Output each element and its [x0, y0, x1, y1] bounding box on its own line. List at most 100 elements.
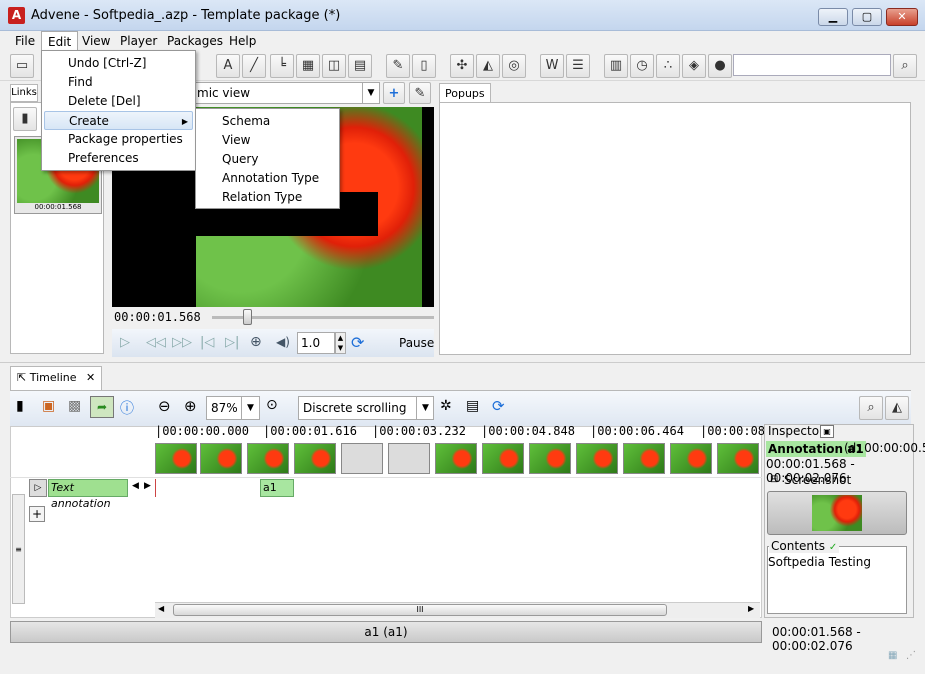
- timeline-thumbnail[interactable]: [155, 443, 197, 474]
- scrollbar-thumb[interactable]: III: [173, 604, 667, 616]
- scroll-left-icon[interactable]: ◀: [158, 604, 164, 613]
- collapse-icon[interactable]: ⊟: [770, 474, 778, 485]
- snapshot-icon[interactable]: ▣: [42, 398, 55, 414]
- note-icon[interactable]: ✎: [386, 54, 410, 78]
- timeline-thumbnail[interactable]: [294, 443, 336, 474]
- chevron-down-icon[interactable]: ▼: [416, 397, 434, 419]
- menu-annotation-type[interactable]: Annotation Type: [198, 169, 337, 188]
- menu-file[interactable]: File: [9, 31, 41, 51]
- annotation-a1[interactable]: a1: [260, 479, 294, 497]
- vertical-scrollbar[interactable]: ≡: [12, 494, 25, 604]
- open-folder-icon[interactable]: ▭: [10, 54, 34, 78]
- add-view-icon[interactable]: +: [383, 82, 405, 104]
- sync-icon[interactable]: ⟳: [351, 333, 364, 352]
- tab-links[interactable]: Links: [10, 84, 38, 102]
- clock-icon[interactable]: ◷: [630, 54, 654, 78]
- glasses-icon[interactable]: ◎: [502, 54, 526, 78]
- tree-icon[interactable]: ✣: [450, 54, 474, 78]
- text-icon[interactable]: A: [216, 54, 240, 78]
- footprint-icon[interactable]: ∴: [656, 54, 680, 78]
- timeline-thumbnail[interactable]: [435, 443, 477, 474]
- resize-grip-icon[interactable]: ⋰: [906, 650, 916, 661]
- tab-timeline[interactable]: ⇱ Timeline ✕: [10, 366, 103, 390]
- menu-query[interactable]: Query: [198, 150, 337, 169]
- table-icon[interactable]: ▥: [604, 54, 628, 78]
- chevron-down-icon[interactable]: ▼: [362, 83, 379, 103]
- timeline-thumbnail[interactable]: [670, 443, 712, 474]
- skip-back-icon[interactable]: |◁: [200, 335, 214, 350]
- trash-icon[interactable]: ▮: [16, 398, 24, 414]
- grid-view-icon[interactable]: ▦: [888, 650, 897, 661]
- tag-icon[interactable]: ◈: [682, 54, 706, 78]
- track-prev-icon[interactable]: ◀: [132, 481, 139, 491]
- timeline-thumbnail[interactable]: [576, 443, 618, 474]
- menu-create[interactable]: Create ▶: [44, 111, 193, 130]
- close-tab-icon[interactable]: ✕: [86, 371, 95, 384]
- zoom-fit-icon[interactable]: ⊙: [266, 397, 278, 413]
- menu-view[interactable]: View: [76, 31, 116, 51]
- play-icon[interactable]: ▷: [120, 335, 130, 350]
- scroll-right-icon[interactable]: ▶: [748, 604, 754, 613]
- rate-spinner-arrows[interactable]: ▲ ▼: [335, 332, 346, 354]
- volume-icon[interactable]: ◀): [276, 335, 290, 349]
- fullscreen-icon[interactable]: ⊕: [250, 334, 262, 350]
- record-icon[interactable]: ●: [708, 54, 732, 78]
- pen-icon[interactable]: ╱: [242, 54, 266, 78]
- contents-editor[interactable]: Softpedia Testing: [768, 555, 906, 611]
- search-icon[interactable]: ⌕: [893, 54, 917, 78]
- goto-icon[interactable]: ➦: [90, 396, 114, 418]
- screenshot-button[interactable]: [767, 491, 907, 535]
- forward-icon[interactable]: ▷▷: [172, 335, 192, 350]
- menu-find[interactable]: Find: [44, 73, 193, 92]
- timeline-thumbnail[interactable]: [341, 443, 383, 474]
- menu-player[interactable]: Player: [114, 31, 163, 51]
- timeline-thumbnail[interactable]: [200, 443, 242, 474]
- edit-view-icon[interactable]: ✎: [409, 82, 431, 104]
- menu-package-properties[interactable]: Package properties: [44, 130, 193, 149]
- skip-forward-icon[interactable]: ▷|: [225, 335, 239, 350]
- grid-icon[interactable]: ▩: [68, 398, 81, 414]
- chevron-down-icon[interactable]: ▼: [241, 397, 259, 419]
- track-label[interactable]: Text annotation: [48, 479, 128, 510]
- close-button[interactable]: ✕: [886, 8, 918, 26]
- book-icon[interactable]: ▯: [412, 54, 436, 78]
- minimize-button[interactable]: ▁: [818, 8, 848, 26]
- list-icon[interactable]: ☰: [566, 54, 590, 78]
- timeline-thumbnail[interactable]: [482, 443, 524, 474]
- document-icon[interactable]: ▤: [466, 398, 479, 414]
- menu-relation-type[interactable]: Relation Type: [198, 188, 337, 207]
- detach-icon[interactable]: ⇱: [17, 371, 26, 384]
- rewind-icon[interactable]: ◁◁: [146, 335, 166, 350]
- settings-icon[interactable]: ✲: [440, 398, 452, 414]
- lock-icon[interactable]: ▣: [820, 425, 834, 438]
- track-menu-icon[interactable]: ▷: [29, 479, 47, 497]
- rate-spinner[interactable]: 1.0: [297, 332, 335, 354]
- menu-packages[interactable]: Packages: [161, 31, 229, 51]
- window-icon[interactable]: ▦: [296, 54, 320, 78]
- add-track-button[interactable]: +: [29, 506, 45, 522]
- browser-icon[interactable]: ▤: [348, 54, 372, 78]
- track-next-icon[interactable]: ▶: [144, 481, 151, 491]
- position-slider-handle[interactable]: [243, 309, 252, 325]
- inspector-search-icon[interactable]: ⌕: [859, 396, 883, 420]
- menu-undo[interactable]: Undo [Ctrl-Z]: [44, 54, 193, 73]
- menu-preferences[interactable]: Preferences: [44, 149, 193, 168]
- refresh-icon[interactable]: ⟳: [492, 397, 505, 415]
- zoom-in-icon[interactable]: ⊕: [184, 397, 197, 415]
- split-icon[interactable]: ◫: [322, 54, 346, 78]
- info-icon[interactable]: ⓘ: [120, 398, 134, 418]
- menu-edit[interactable]: Edit: [41, 31, 79, 51]
- timeline-thumbnail[interactable]: [388, 443, 430, 474]
- scroll-mode-combo[interactable]: Discrete scrolling: [298, 396, 434, 420]
- trash-icon[interactable]: ▮: [13, 107, 37, 131]
- timeline-thumbnail[interactable]: [247, 443, 289, 474]
- menu-schema[interactable]: Schema: [198, 112, 337, 131]
- search-input[interactable]: [733, 54, 891, 76]
- menu-view-item[interactable]: View: [198, 131, 337, 150]
- timeline-thumbnail[interactable]: [623, 443, 665, 474]
- zoom-out-icon[interactable]: ⊖: [158, 397, 171, 415]
- menu-delete[interactable]: Delete [Del]: [44, 92, 193, 111]
- compare-icon[interactable]: ◭: [885, 396, 909, 420]
- timeline-thumbnail[interactable]: [717, 443, 759, 474]
- menu-help[interactable]: Help: [223, 31, 262, 51]
